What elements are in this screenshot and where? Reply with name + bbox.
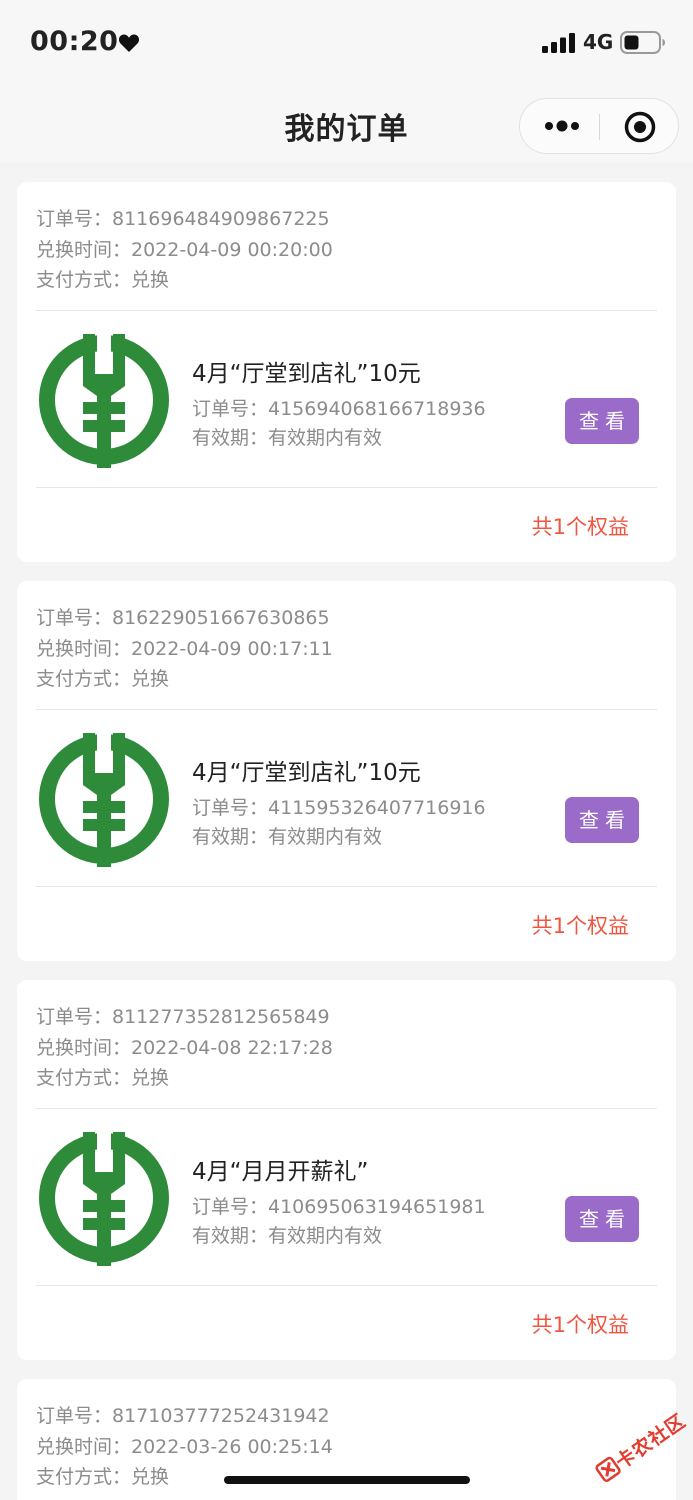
benefit-count: 共1个权益 [531,914,629,938]
item-title: 4月“月月开薪礼” [192,1159,369,1185]
item-title: 4月“厅堂到店礼”10元 [192,760,421,786]
benefit-count: 共1个权益 [531,515,629,539]
payment-method: 支付方式：兑换 [36,668,170,690]
benefit-count: 共1个权益 [531,1313,629,1337]
heart-icon [118,34,140,52]
item-validity: 有效期：有效期内有效 [192,1225,383,1247]
item-title: 4月“厅堂到店礼”10元 [192,361,421,387]
item-order-number: 订单号：411595326407716916 [192,797,486,819]
payment-method: 支付方式：兑换 [36,1067,170,1089]
exchange-time: 兑换时间：2022-04-09 00:17:11 [36,637,333,660]
exchange-time: 兑换时间：2022-03-26 00:25:14 [36,1435,333,1458]
order-number: 订单号：817103777252431942 [36,1405,330,1427]
status-time: 00:20 [30,26,119,57]
item-order-number: 订单号：415694068166718936 [192,398,486,420]
abc-bank-logo [39,733,169,867]
mini-program-capsule [519,98,679,154]
divider [36,1285,657,1286]
nav-bar: 我的订单 [0,84,693,162]
battery-icon [620,31,665,54]
view-button[interactable]: 查看 [565,1196,639,1242]
abc-bank-logo [39,334,169,468]
order-card: 订单号：811696484909867225 兑换时间：2022-04-09 0… [17,182,676,562]
watermark-text: 卡农社区 [611,1409,691,1474]
divider [36,709,657,710]
divider [36,487,657,488]
payment-method: 支付方式：兑换 [36,269,170,291]
order-number: 订单号：811277352812565849 [36,1006,330,1028]
divider [36,310,657,311]
order-number: 订单号：811696484909867225 [36,208,330,230]
order-card: 订单号：816229051667630865 兑换时间：2022-04-09 0… [17,581,676,961]
abc-bank-logo [39,1132,169,1266]
exchange-time: 兑换时间：2022-04-08 22:17:28 [36,1036,333,1059]
network-type: 4G [583,30,614,54]
signal-icon [542,33,575,53]
close-icon[interactable] [624,111,656,143]
divider [36,886,657,887]
status-bar: 00:20 4G [0,0,693,84]
home-indicator [224,1476,470,1484]
order-meta: 订单号：811696484909867225 兑换时间：2022-04-09 0… [36,204,333,296]
exchange-time: 兑换时间：2022-04-09 00:20:00 [36,238,333,261]
capsule-divider [599,114,600,140]
view-button[interactable]: 查看 [565,797,639,843]
item-validity: 有效期：有效期内有效 [192,427,383,449]
order-card: 订单号：811277352812565849 兑换时间：2022-04-08 2… [17,980,676,1360]
more-icon[interactable] [544,118,580,134]
item-order-number: 订单号：410695063194651981 [192,1196,486,1218]
order-meta: 订单号：816229051667630865 兑换时间：2022-04-09 0… [36,603,333,695]
divider [36,1108,657,1109]
view-button[interactable]: 查看 [565,398,639,444]
order-number: 订单号：816229051667630865 [36,607,330,629]
order-meta: 订单号：811277352812565849 兑换时间：2022-04-08 2… [36,1002,333,1094]
item-validity: 有效期：有效期内有效 [192,826,383,848]
